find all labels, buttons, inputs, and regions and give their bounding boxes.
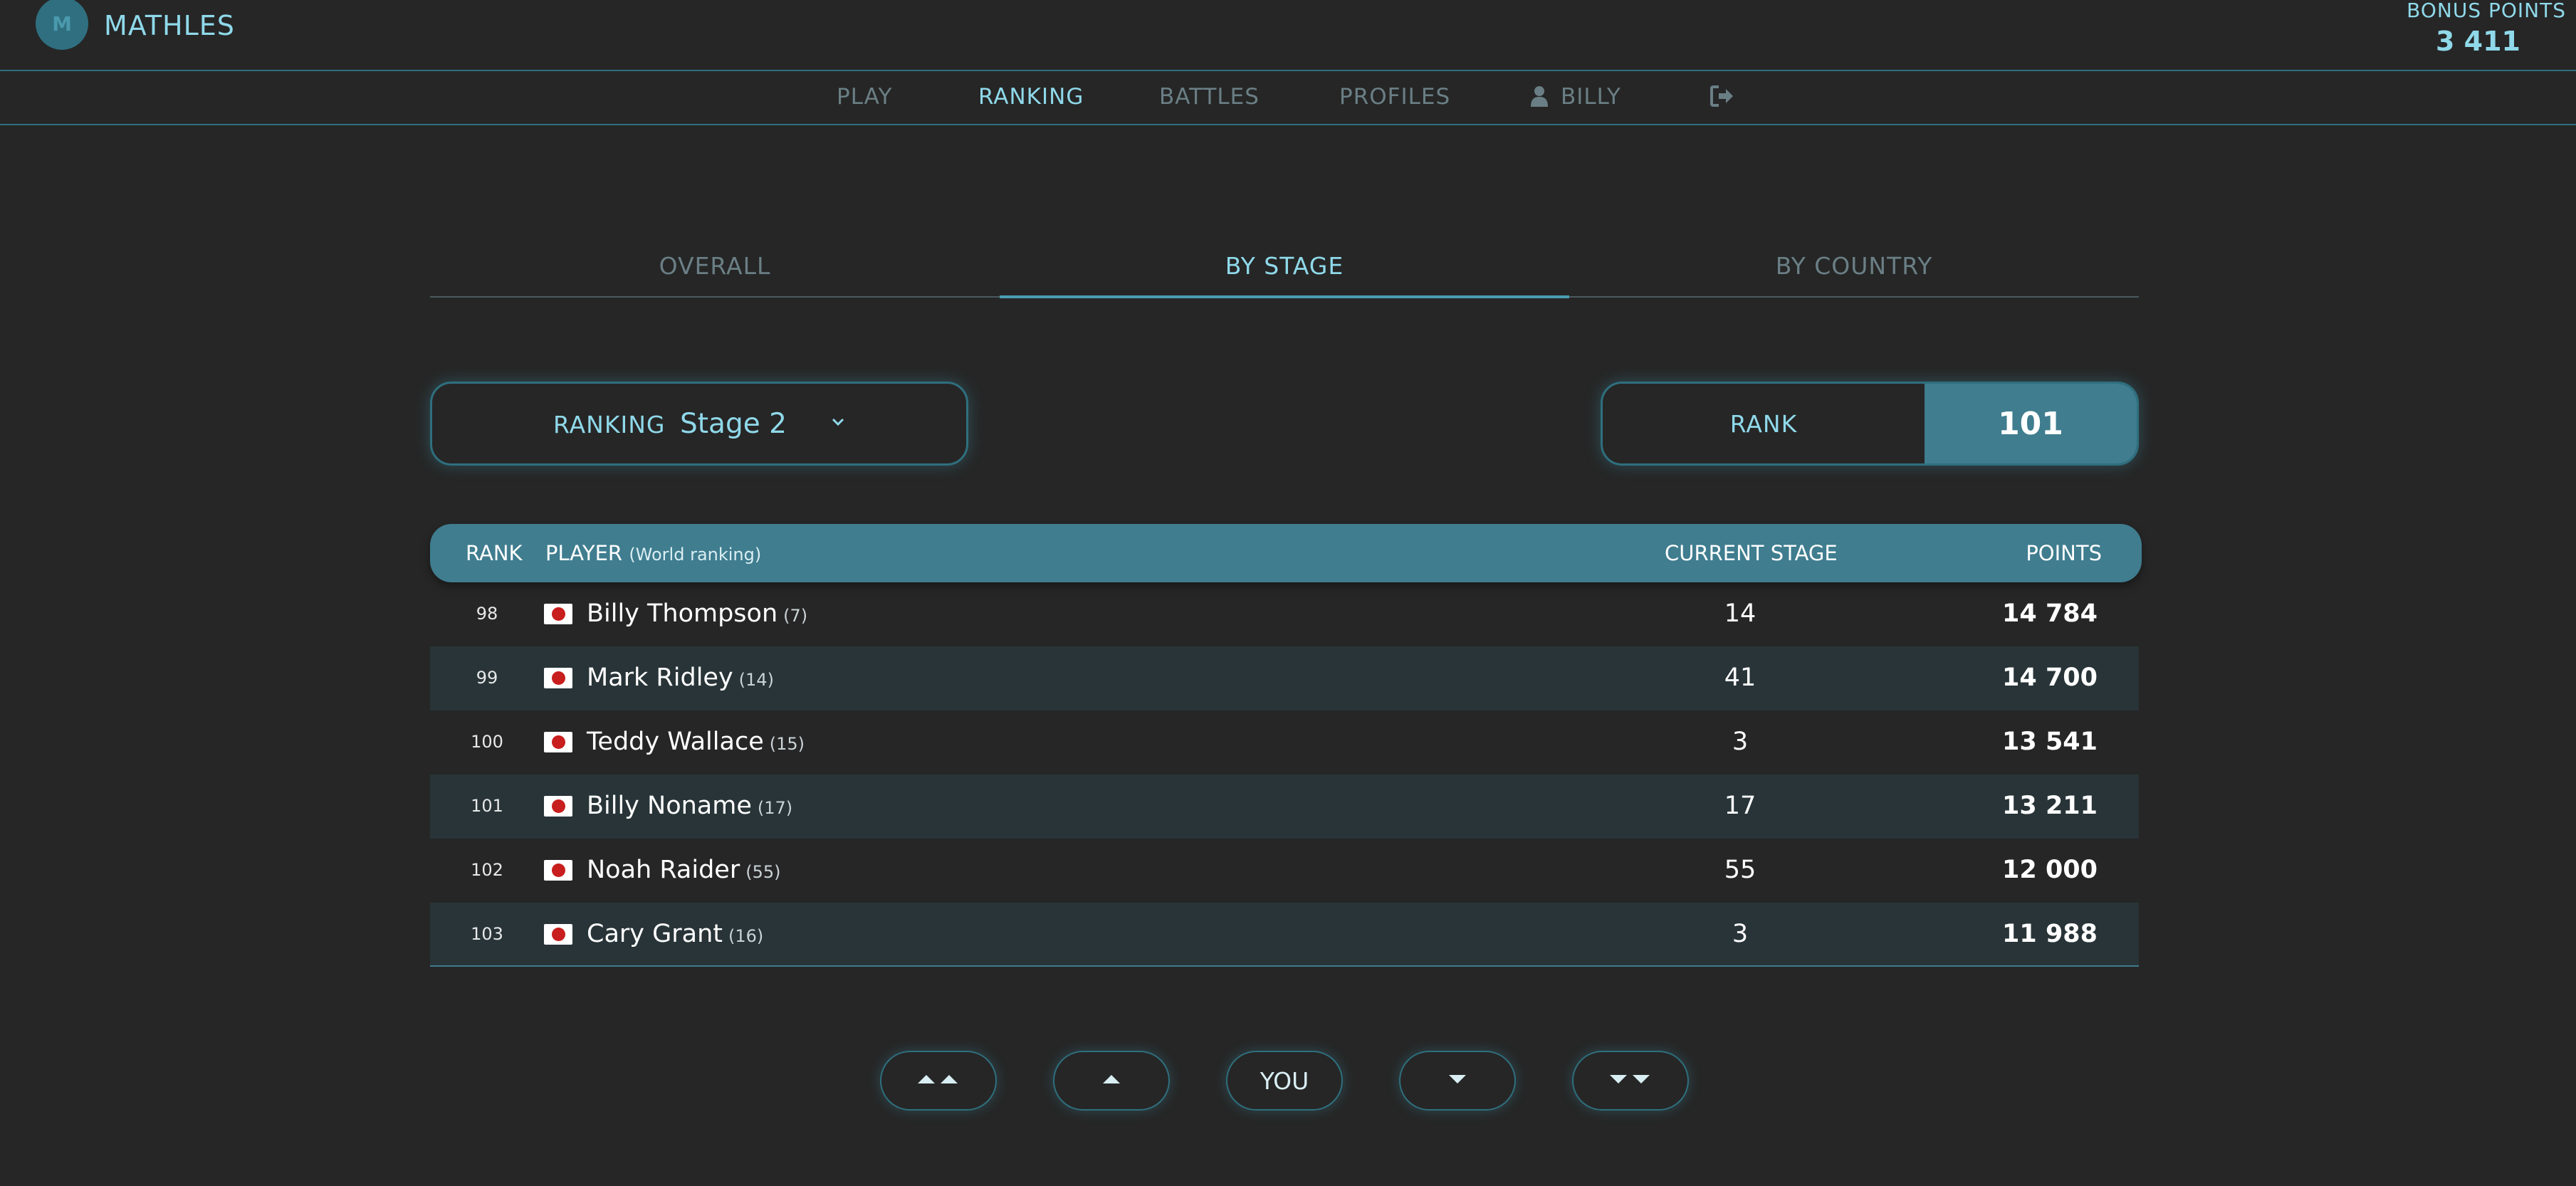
tab-by-stage[interactable]: BY STAGE	[1000, 252, 1569, 280]
column-header-points: POINTS	[2026, 541, 2102, 565]
double-caret-up-icon	[915, 1072, 962, 1089]
tab-overall[interactable]: OVERALL	[430, 252, 1000, 280]
japan-flag-icon	[544, 732, 572, 752]
row-current-stage: 3	[1732, 728, 1749, 756]
mathles-logo-icon[interactable]: M	[36, 0, 88, 50]
player-world-rank: (55)	[745, 862, 781, 882]
double-caret-down-icon	[1607, 1072, 1654, 1089]
jump-to-you-label: YOU	[1260, 1066, 1309, 1095]
nav-item-user-label: BILLY	[1561, 84, 1621, 110]
japan-flag-icon	[544, 796, 572, 817]
player-world-rank: (14)	[738, 670, 774, 690]
ranking-select-label: RANKING	[553, 411, 666, 439]
player-name: Teddy Wallace	[587, 728, 764, 756]
caret-down-icon	[1447, 1072, 1468, 1089]
table-row[interactable]: 101 Billy Noname (17) 17 13 211	[430, 775, 2139, 839]
table-row[interactable]: 98 Billy Thompson (7) 14 14 784	[430, 582, 2139, 646]
row-rank: 99	[476, 668, 498, 688]
row-rank: 102	[471, 860, 503, 880]
row-points: 12 000	[2002, 856, 2098, 884]
bonus-points-value: 3 411	[2436, 26, 2520, 57]
table-row[interactable]: 102 Noah Raider (55) 55 12 000	[430, 839, 2139, 903]
my-rank-label: RANK	[1729, 409, 1798, 438]
app-header: M MATHLES BONUS POINTS 3 411	[0, 0, 2576, 71]
nav-item-ranking[interactable]: RANKING	[978, 84, 1084, 110]
active-tab-indicator	[1000, 295, 1569, 298]
japan-flag-icon	[544, 668, 572, 688]
ranking-tabs: OVERALL BY STAGE BY COUNTRY	[430, 246, 2139, 298]
row-points: 11 988	[2002, 920, 2098, 948]
tab-by-country[interactable]: BY COUNTRY	[1569, 252, 2139, 280]
player-name: Mark Ridley	[587, 663, 733, 692]
nav-item-play[interactable]: PLAY	[837, 84, 892, 110]
row-player: Cary Grant (16)	[587, 920, 763, 948]
main-nav: PLAY RANKING BATTLES PROFILES BILLY	[0, 71, 2576, 125]
ranking-page: M MATHLES BONUS POINTS 3 411 PLAY RANKIN…	[0, 0, 2576, 1186]
row-player: Teddy Wallace (15)	[587, 728, 805, 756]
nav-item-profiles[interactable]: PROFILES	[1339, 84, 1450, 110]
jump-bottom-button[interactable]	[1572, 1051, 1689, 1111]
player-world-rank: (16)	[728, 926, 764, 946]
table-row[interactable]: 100 Teddy Wallace (15) 3 13 541	[430, 710, 2139, 775]
player-name: Cary Grant	[587, 920, 723, 948]
ranking-table-header: RANK PLAYER (World ranking) CURRENT STAG…	[430, 524, 2142, 582]
row-current-stage: 41	[1724, 663, 1756, 692]
page-up-button[interactable]	[1053, 1051, 1170, 1111]
player-world-rank: (17)	[757, 798, 793, 818]
japan-flag-icon	[544, 604, 572, 624]
app-title[interactable]: MATHLES	[104, 10, 235, 41]
row-points: 14 700	[2002, 663, 2098, 692]
row-rank: 98	[476, 604, 498, 624]
row-rank: 100	[471, 732, 503, 752]
table-row[interactable]: 103 Cary Grant (16) 3 11 988	[430, 903, 2139, 967]
table-row[interactable]: 99 Mark Ridley (14) 41 14 700	[430, 646, 2139, 710]
row-current-stage: 14	[1724, 599, 1756, 628]
column-header-player-note: (World ranking)	[629, 545, 762, 565]
my-rank-box: RANK 101	[1601, 382, 2139, 466]
japan-flag-icon	[544, 924, 572, 945]
player-name: Noah Raider	[587, 856, 740, 884]
japan-flag-icon	[544, 860, 572, 881]
row-player: Billy Noname (17)	[587, 792, 792, 820]
chevron-down-icon	[831, 416, 845, 430]
caret-up-icon	[1101, 1072, 1122, 1089]
column-header-player-label: PLAYER	[545, 541, 623, 565]
player-name: Billy Noname	[587, 792, 752, 820]
jump-to-you-button[interactable]: YOU	[1226, 1051, 1343, 1111]
row-points: 13 541	[2002, 728, 2098, 756]
page-down-button[interactable]	[1399, 1051, 1516, 1111]
player-world-rank: (15)	[769, 734, 805, 754]
nav-item-battles[interactable]: BATTLES	[1159, 84, 1260, 110]
user-icon	[1531, 85, 1548, 112]
row-points: 13 211	[2002, 792, 2098, 820]
logout-icon[interactable]	[1710, 85, 1734, 110]
row-current-stage: 3	[1732, 920, 1749, 948]
player-name: Billy Thompson	[587, 599, 778, 628]
row-rank: 103	[471, 924, 503, 944]
ranking-stage-select[interactable]: RANKING Stage 2	[430, 382, 968, 466]
ranking-select-value: Stage 2	[680, 408, 787, 440]
row-current-stage: 17	[1724, 792, 1756, 820]
bonus-points-label: BONUS POINTS	[2407, 0, 2566, 22]
row-points: 14 784	[2002, 599, 2098, 628]
player-world-rank: (7)	[783, 606, 808, 626]
jump-top-button[interactable]	[880, 1051, 997, 1111]
my-rank-value: 101	[1925, 384, 2137, 463]
nav-item-user[interactable]: BILLY	[1531, 84, 1621, 112]
table-bottom-border	[430, 965, 2139, 967]
row-player: Mark Ridley (14)	[587, 663, 774, 692]
column-header-rank: RANK	[466, 541, 523, 565]
row-player: Billy Thompson (7)	[587, 599, 807, 628]
column-header-current-stage: CURRENT STAGE	[1665, 541, 1838, 565]
ranking-table-body: 98 Billy Thompson (7) 14 14 784 99 Mark R…	[430, 582, 2139, 967]
row-current-stage: 55	[1724, 856, 1756, 884]
row-player: Noah Raider (55)	[587, 856, 780, 884]
row-rank: 101	[471, 796, 503, 816]
column-header-player: PLAYER (World ranking)	[545, 541, 761, 565]
